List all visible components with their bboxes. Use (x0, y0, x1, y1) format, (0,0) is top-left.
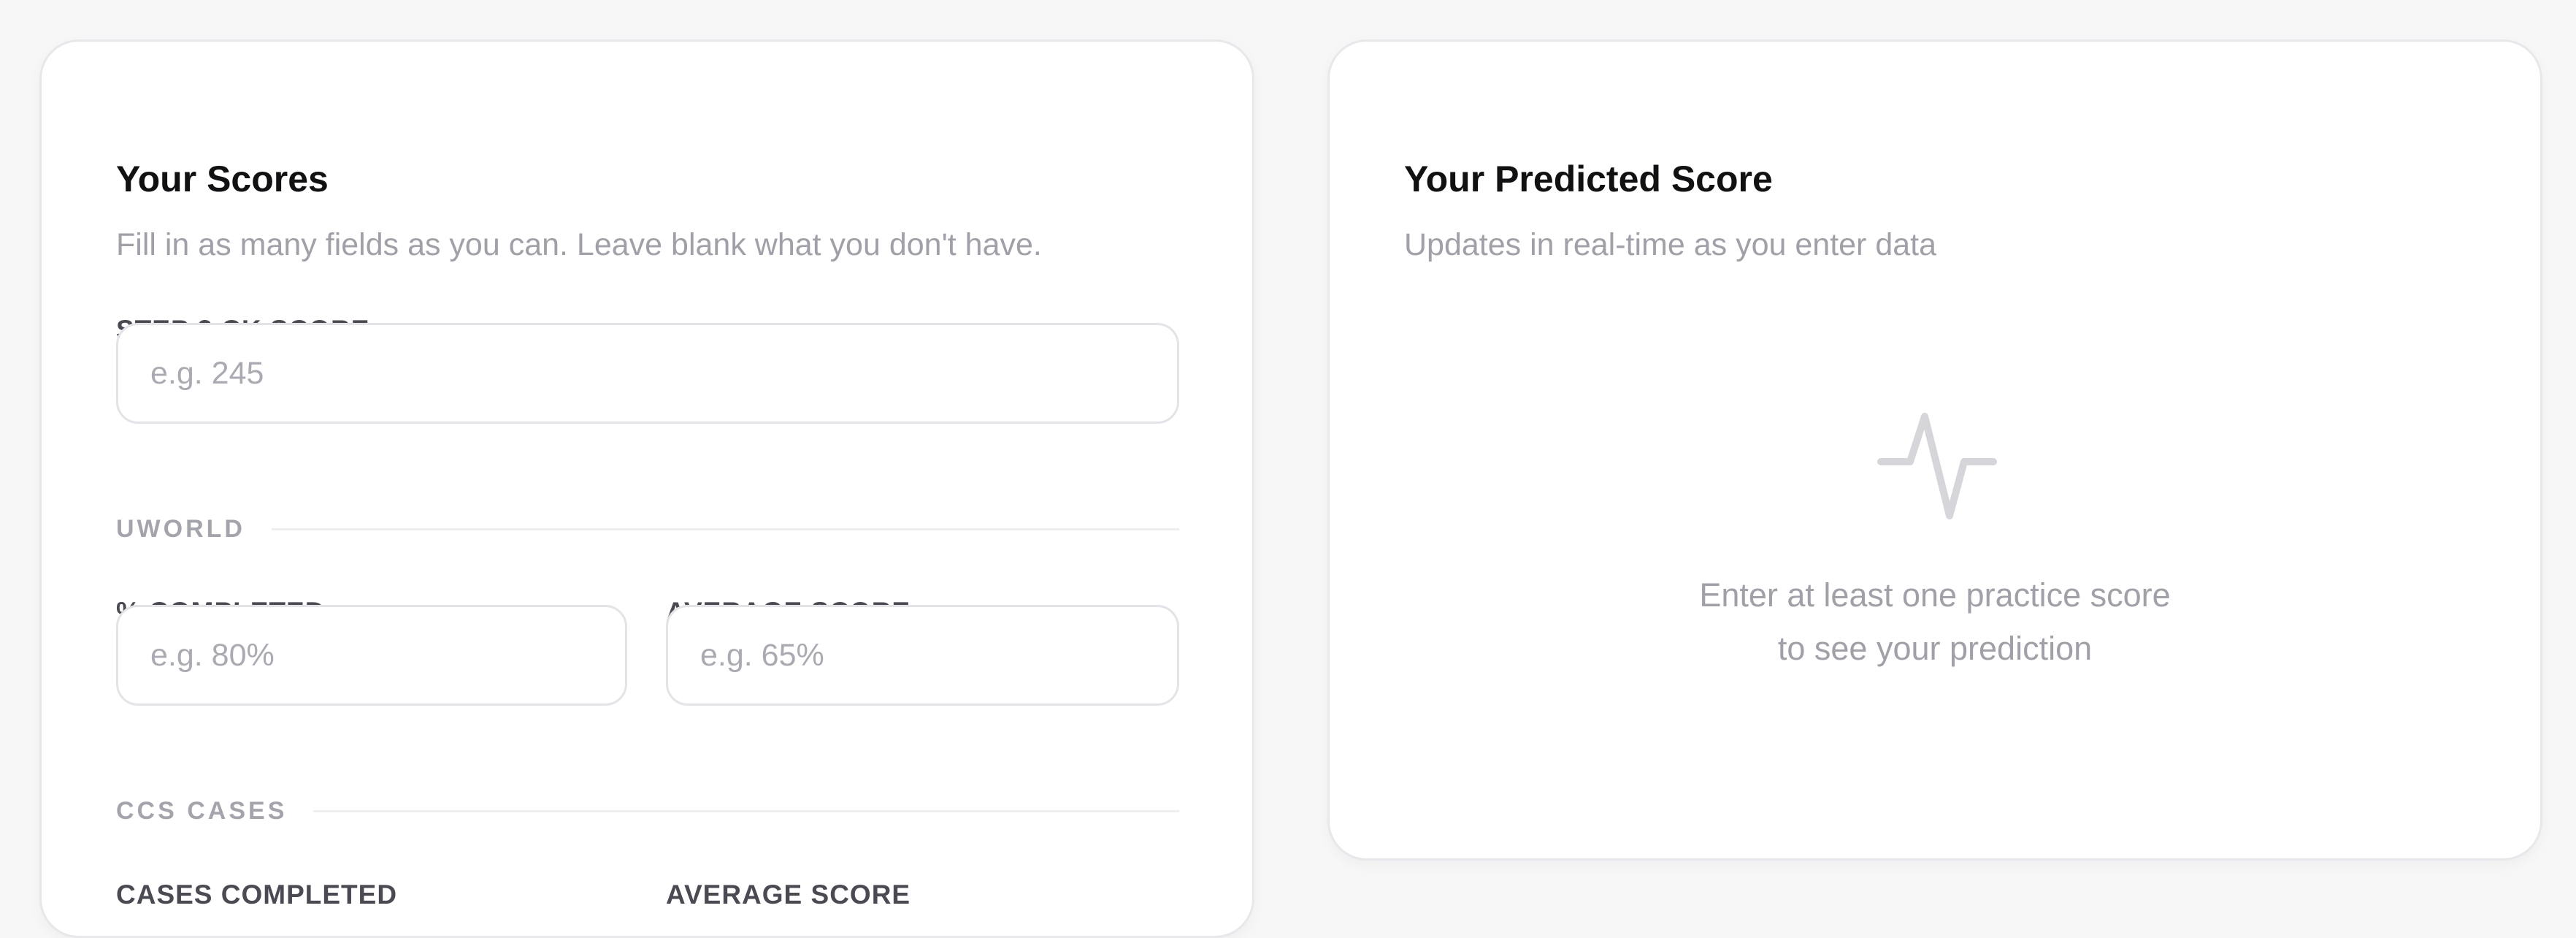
uworld-completed-input[interactable] (116, 605, 627, 706)
uworld-section-divider: UWORLD (116, 516, 1179, 541)
scores-card: Your Scores Fill in as many fields as yo… (39, 39, 1254, 938)
step2-ck-score-input[interactable] (116, 323, 1179, 424)
uworld-divider-line (271, 527, 1179, 530)
empty-state-line-2: to see your prediction (1777, 630, 2093, 667)
uworld-section-label: UWORLD (116, 515, 245, 543)
ccs-section-label: CCS CASES (116, 797, 288, 825)
ccs-average-score-label: AVERAGE SCORE (666, 880, 911, 910)
uworld-average-score-input[interactable] (666, 605, 1179, 706)
ccs-cases-completed-label: CASES COMPLETED (116, 880, 398, 910)
empty-state-line-1: Enter at least one practice score (1699, 576, 2171, 614)
scores-card-subtitle: Fill in as many fields as you can. Leave… (116, 227, 1042, 262)
activity-pulse-icon (1877, 413, 1997, 519)
ccs-divider-line (313, 809, 1179, 812)
prediction-card: Your Predicted Score Updates in real-tim… (1327, 39, 2542, 861)
prediction-card-subtitle: Updates in real-time as you enter data (1404, 227, 1937, 262)
scores-card-title: Your Scores (116, 159, 329, 199)
prediction-card-title: Your Predicted Score (1404, 159, 1773, 199)
ccs-section-divider: CCS CASES (116, 798, 1179, 823)
